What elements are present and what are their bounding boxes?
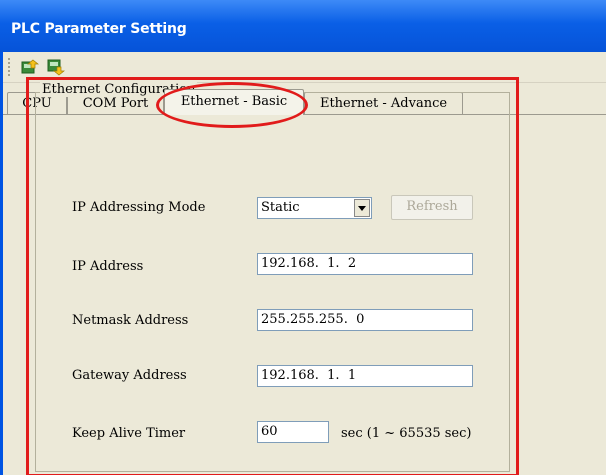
upload-button[interactable] [19,57,41,77]
keep-alive-unit: sec (1 ~ 65535 sec) [341,426,472,441]
ip-address-field[interactable]: 192.168. 1. 2 [257,253,473,275]
toolbar-grip[interactable] [8,58,10,76]
keep-alive-label: Keep Alive Timer [72,426,186,441]
ip-mode-label: IP Addressing Mode [72,200,206,215]
ip-mode-select[interactable]: Static [257,197,372,219]
gateway-label: Gateway Address [72,368,187,383]
ip-mode-value: Static [261,200,300,215]
gateway-field[interactable]: 192.168. 1. 1 [257,365,473,387]
tab-highlight-circle [156,82,308,128]
ip-address-label: IP Address [72,259,144,274]
upload-icon [21,59,39,73]
refresh-button[interactable]: Refresh [391,195,473,220]
netmask-label: Netmask Address [72,313,189,328]
title-bar[interactable]: PLC Parameter Setting [0,0,606,52]
netmask-value: 255.255.255. 0 [261,312,365,327]
keep-alive-value: 60 [261,424,278,439]
download-button[interactable] [45,57,67,77]
plc-parameter-window: PLC Parameter Setting CPU COM Port Ether… [0,0,606,475]
netmask-field[interactable]: 255.255.255. 0 [257,309,473,331]
download-icon [47,59,65,75]
ip-address-value: 192.168. 1. 2 [261,256,357,271]
refresh-label: Refresh [406,199,458,214]
gateway-value: 192.168. 1. 1 [261,368,357,383]
ethernet-config-group [35,92,510,472]
chevron-down-icon[interactable] [354,199,370,217]
keep-alive-field[interactable]: 60 [257,421,329,443]
window-title: PLC Parameter Setting [11,21,187,37]
